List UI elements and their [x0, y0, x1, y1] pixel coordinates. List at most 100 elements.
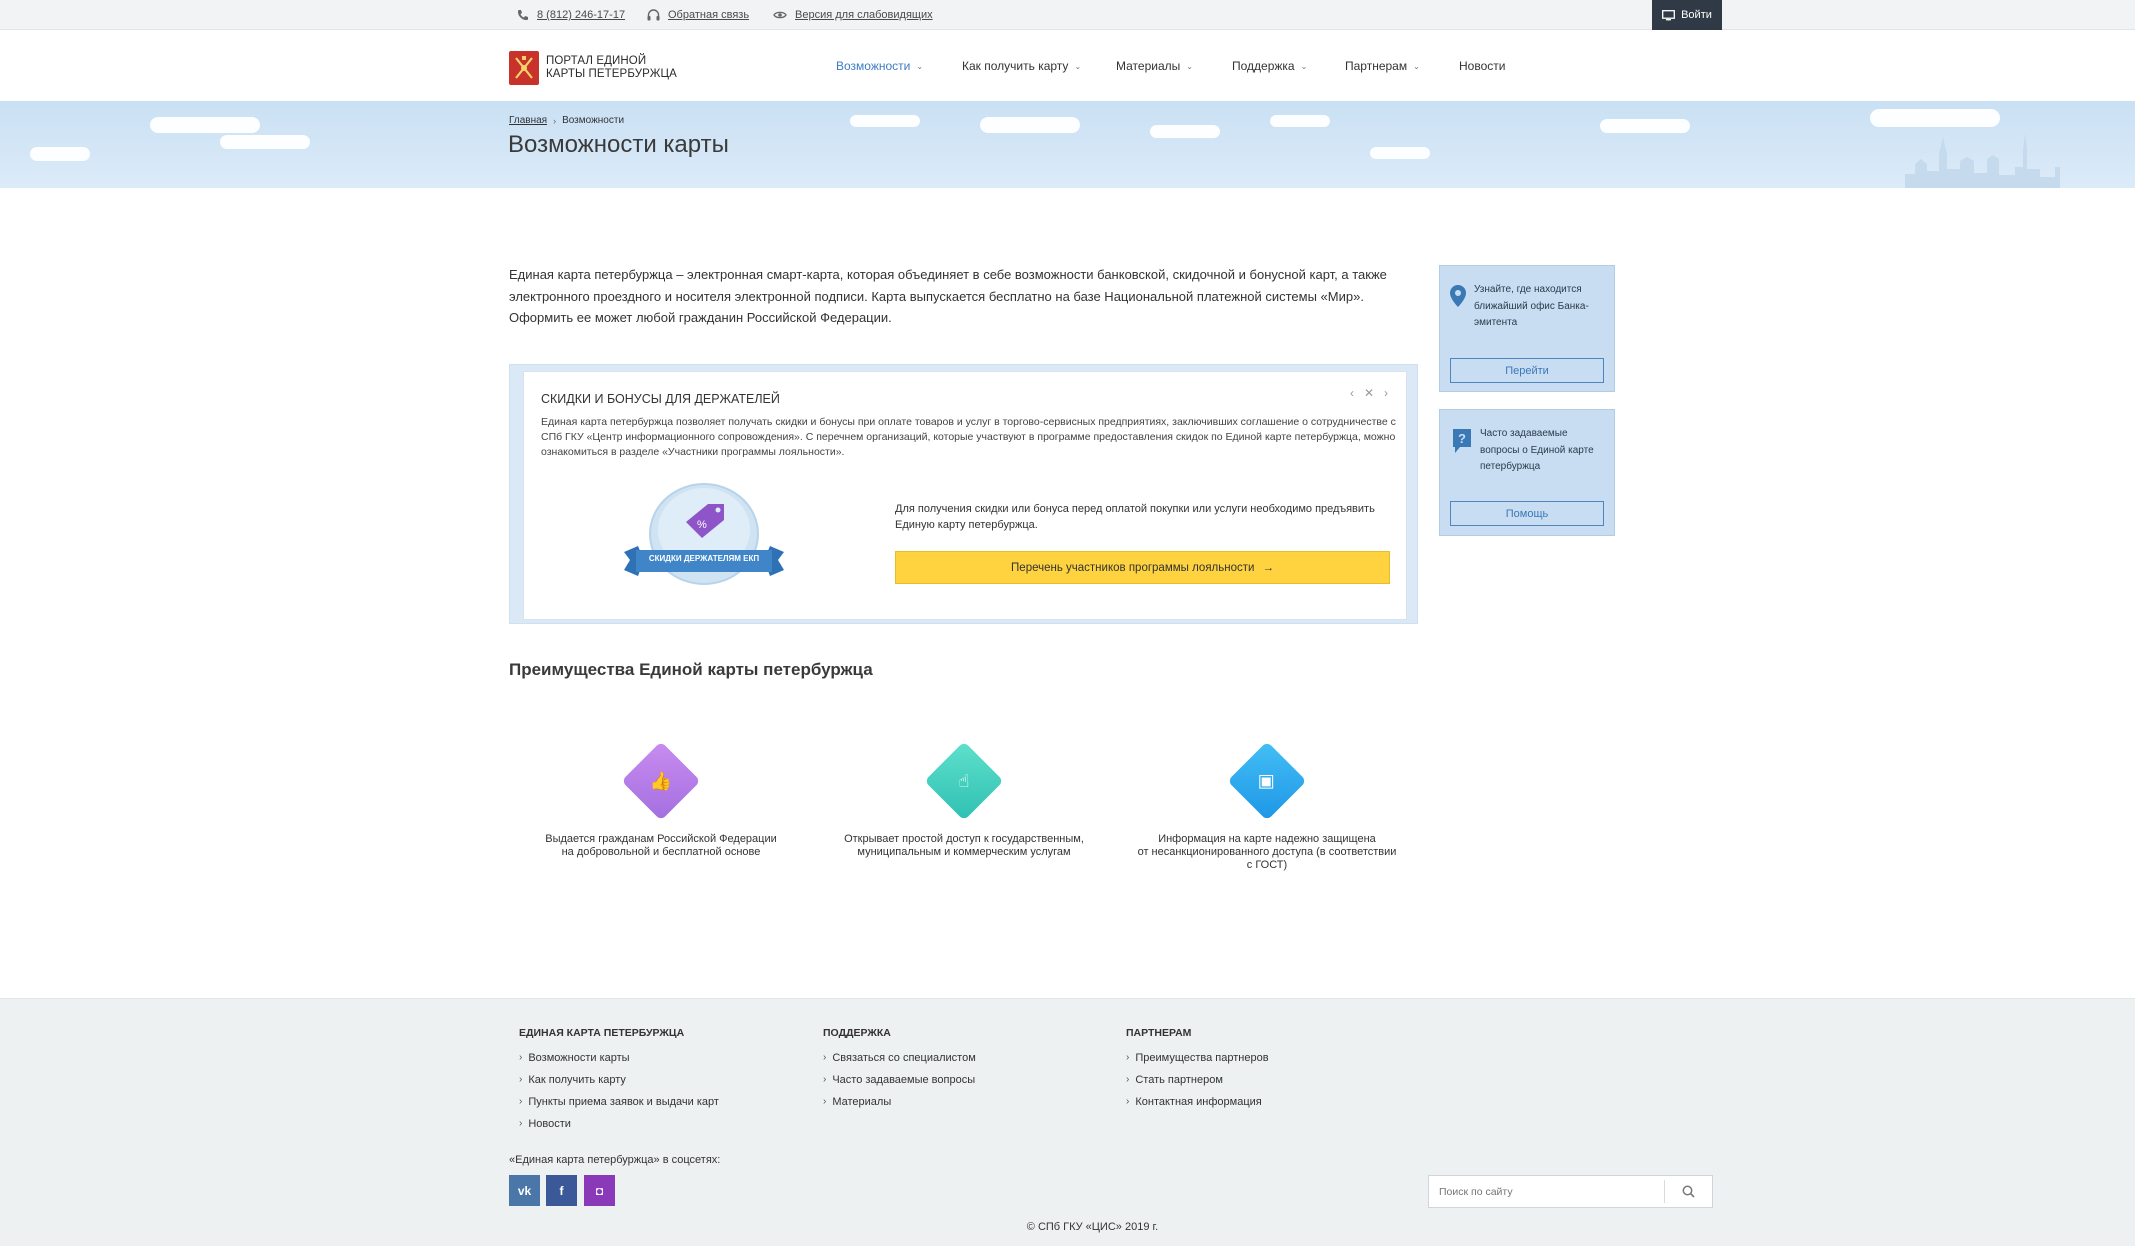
monitor-icon	[1662, 9, 1676, 20]
footer-link[interactable]: › Материалы	[823, 1091, 976, 1113]
phone-number: 8 (812) 246-17-17	[537, 9, 626, 21]
touch-hand-icon: ☝	[924, 741, 1004, 821]
office-widget: Узнайте, где находится ближайший офис Ба…	[1439, 265, 1615, 392]
next-arrow-icon[interactable]: ›	[1384, 386, 1388, 400]
feedback-label: Обратная связь	[668, 9, 750, 21]
footer-column-card: ЕДИНАЯ КАРТА ПЕТЕРБУРЖЦА › Возможности ка…	[519, 1027, 719, 1135]
footer-link[interactable]: › Пункты приема заявок и выдачи карт	[519, 1091, 719, 1113]
footer-link[interactable]: › Новости	[519, 1113, 719, 1135]
faq-help-button[interactable]: Помощь	[1450, 501, 1604, 526]
breadcrumb-separator-icon: ›	[553, 115, 557, 126]
advantage-text-line: с ГОСТ)	[1246, 859, 1288, 871]
facebook-icon[interactable]: f	[546, 1175, 577, 1206]
promo-controls: ‹ ✕ ›	[1350, 386, 1388, 400]
footer-link[interactable]: › Связаться со специалистом	[823, 1047, 976, 1069]
site-footer: ЕДИНАЯ КАРТА ПЕТЕРБУРЖЦА › Возможности ка…	[0, 998, 2135, 1246]
login-button[interactable]: Войти	[1652, 0, 1722, 30]
close-icon[interactable]: ✕	[1364, 386, 1374, 400]
top-utility-bar: 8 (812) 246-17-17 Обратная связь Версия …	[0, 0, 2135, 30]
advantages-title: Преимущества Единой карты петербуржца	[509, 660, 873, 679]
footer-link[interactable]: › Преимущества партнеров	[1126, 1047, 1269, 1069]
advantage-text-line: муниципальным и коммерческим услугам	[857, 846, 1071, 858]
search-icon	[1682, 1185, 1695, 1198]
chevron-down-icon: ⌄	[1300, 61, 1308, 71]
chevron-down-icon: ⌄	[1074, 61, 1082, 71]
search-button[interactable]	[1664, 1180, 1712, 1203]
nav-label: Возможности	[836, 59, 911, 73]
svg-text:%: %	[697, 519, 707, 531]
chevron-right-icon: ›	[823, 1096, 827, 1107]
chevron-right-icon: ›	[1126, 1052, 1130, 1063]
footer-link[interactable]: › Как получить карту	[519, 1069, 719, 1091]
breadcrumb-current: Возможности	[562, 115, 625, 126]
footer-link[interactable]: › Часто задаваемые вопросы	[823, 1069, 976, 1091]
cloud-decoration	[1270, 115, 1330, 127]
footer-link[interactable]: › Возможности карты	[519, 1047, 719, 1069]
chevron-right-icon: ›	[823, 1074, 827, 1085]
footer-column-support: ПОДДЕРЖКА › Связаться со специалистом › Ча…	[823, 1027, 976, 1113]
vk-icon[interactable]: vk	[509, 1175, 540, 1206]
cloud-decoration	[1870, 109, 2000, 127]
svg-text:?: ?	[1458, 431, 1466, 446]
instagram-icon[interactable]: ◘	[584, 1175, 615, 1206]
nav-label: Поддержка	[1232, 59, 1295, 73]
nav-item-support[interactable]: Поддержка ⌄	[1232, 31, 1307, 101]
footer-link[interactable]: › Стать партнером	[1126, 1069, 1269, 1091]
loyalty-participants-button[interactable]: Перечень участников программы лояльности…	[895, 551, 1390, 584]
advantage-item-access: ☝ Открывает простой доступ к государстве…	[824, 741, 1104, 859]
search-input[interactable]	[1429, 1176, 1665, 1207]
nav-item-how-to-get[interactable]: Как получить карту ⌄	[962, 31, 1081, 101]
footer-link-label: Контактная информация	[1135, 1096, 1262, 1108]
promo-title: СКИДКИ И БОНУСЫ ДЛЯ ДЕРЖАТЕЛЕЙ	[541, 392, 780, 406]
nav-item-news[interactable]: Новости	[1459, 31, 1505, 101]
office-widget-text: Узнайте, где находится ближайший офис Ба…	[1474, 284, 1589, 328]
chevron-right-icon: ›	[519, 1074, 523, 1085]
intro-paragraph: Единая карта петербуржца – электронная с…	[509, 267, 1387, 325]
chevron-right-icon: ›	[1126, 1074, 1130, 1085]
advantage-item-free: 👍 Выдается гражданам Российской Федераци…	[521, 741, 801, 859]
footer-link-label: Стать партнером	[1135, 1074, 1223, 1086]
logo-line-1: ПОРТАЛ ЕДИНОЙ	[546, 55, 647, 67]
discount-tag-icon: %	[624, 483, 784, 585]
phone-link[interactable]: 8 (812) 246-17-17	[517, 0, 625, 30]
promo-frame: СКИДКИ И БОНУСЫ ДЛЯ ДЕРЖАТЕЛЕЙ ‹ ✕ › Еди…	[509, 364, 1418, 624]
cloud-decoration	[980, 117, 1080, 133]
login-label: Войти	[1681, 9, 1712, 21]
loyalty-button-label: Перечень участников программы лояльности	[1011, 561, 1255, 574]
site-header: ПОРТАЛ ЕДИНОЙ КАРТЫ ПЕТЕРБУРЖЦА Возможно…	[0, 31, 2135, 101]
advantage-item-security: ▣ Информация на карте надежно защищена о…	[1127, 741, 1407, 872]
promo-note: Для получения скидки или бонуса перед оп…	[895, 503, 1375, 531]
page-banner: Главная › Возможности Возможности карты	[0, 101, 2135, 188]
footer-heading: ЕДИНАЯ КАРТА ПЕТЕРБУРЖЦА	[519, 1027, 685, 1039]
social-label: «Единая карта петербуржца» в соцсетях:	[509, 1154, 721, 1166]
advantage-text-line: Выдается гражданам Российской Федерации	[545, 833, 777, 845]
footer-link-label: Преимущества партнеров	[1135, 1052, 1269, 1064]
logo-line-2: КАРТЫ ПЕТЕРБУРЖЦА	[546, 68, 677, 80]
advantage-text-line: Информация на карте надежно защищена	[1158, 833, 1376, 845]
footer-link[interactable]: › Контактная информация	[1126, 1091, 1269, 1113]
cloud-decoration	[1370, 147, 1430, 159]
accessibility-link[interactable]: Версия для слабовидящих	[773, 0, 933, 30]
office-go-button[interactable]: Перейти	[1450, 358, 1604, 383]
footer-heading: ПОДДЕРЖКА	[823, 1027, 891, 1039]
accessibility-label: Версия для слабовидящих	[795, 9, 933, 21]
cloud-decoration	[30, 147, 90, 161]
nav-item-vozmozhnosti[interactable]: Возможности ⌄	[836, 31, 923, 101]
nav-item-partners[interactable]: Партнерам ⌄	[1345, 31, 1420, 101]
arrow-right-icon: →	[1262, 561, 1274, 574]
chevron-right-icon: ›	[519, 1096, 523, 1107]
cloud-decoration	[150, 117, 260, 133]
cloud-decoration	[220, 135, 310, 149]
promo-text: Единая карта петербуржца позволяет получ…	[541, 416, 1396, 458]
city-skyline-decoration	[1905, 133, 2060, 188]
nav-item-materials[interactable]: Материалы ⌄	[1116, 31, 1193, 101]
feedback-link[interactable]: Обратная связь	[647, 0, 749, 30]
prev-arrow-icon[interactable]: ‹	[1350, 386, 1354, 400]
site-logo[interactable]: ПОРТАЛ ЕДИНОЙ КАРТЫ ПЕТЕРБУРЖЦА	[509, 51, 677, 85]
footer-link-label: Связаться со специалистом	[832, 1052, 976, 1064]
headphones-icon	[647, 9, 660, 21]
chevron-right-icon: ›	[519, 1118, 523, 1129]
promo-card: СКИДКИ И БОНУСЫ ДЛЯ ДЕРЖАТЕЛЕЙ ‹ ✕ › Еди…	[523, 371, 1407, 620]
faq-widget-text: Часто задаваемые вопросы о Единой карте …	[1480, 428, 1594, 472]
breadcrumb-home-link[interactable]: Главная	[509, 115, 547, 126]
